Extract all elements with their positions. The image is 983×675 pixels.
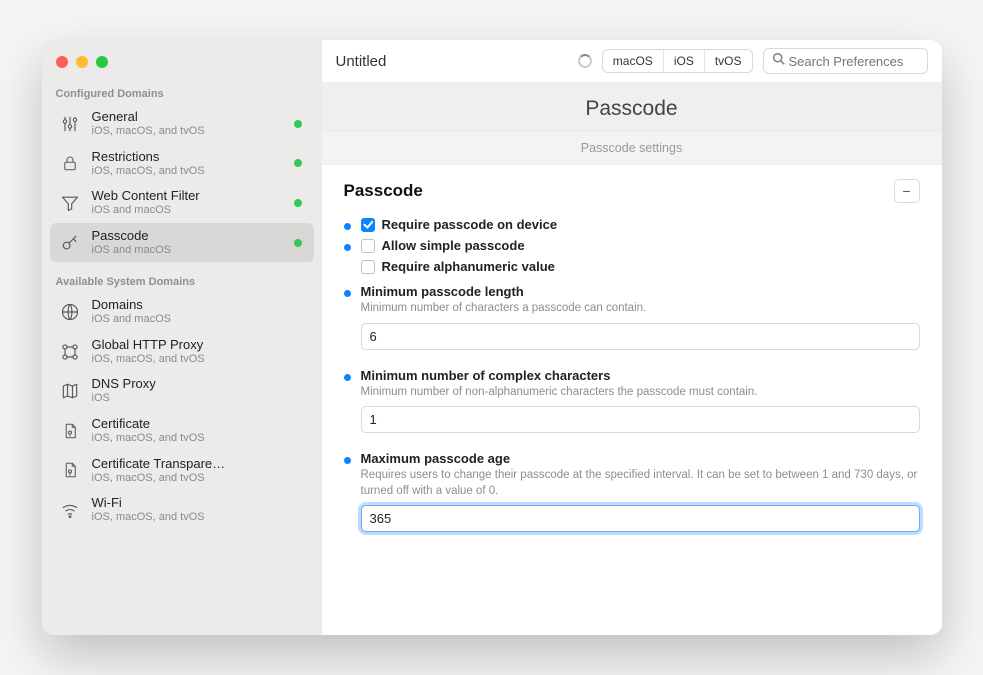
wifi-icon bbox=[58, 498, 82, 522]
sidebar-item-subtitle: iOS and macOS bbox=[92, 244, 284, 257]
sidebar-item-domains[interactable]: Domains iOS and macOS bbox=[50, 292, 314, 332]
status-dot-icon bbox=[294, 239, 302, 247]
sidebar-item-title: Global HTTP Proxy bbox=[92, 338, 306, 353]
cert-icon bbox=[58, 419, 82, 443]
minimize-icon[interactable] bbox=[76, 56, 88, 68]
max-age-desc: Requires users to change their passcode … bbox=[361, 468, 920, 499]
collapse-button[interactable]: − bbox=[894, 179, 920, 203]
minus-icon: − bbox=[902, 183, 910, 199]
sidebar-item-dns-proxy[interactable]: DNS Proxy iOS bbox=[50, 371, 314, 411]
status-dot-icon bbox=[294, 159, 302, 167]
search-icon bbox=[772, 52, 785, 70]
min-complex-desc: Minimum number of non-alphanumeric chara… bbox=[361, 385, 920, 401]
sidebar-item-title: Domains bbox=[92, 298, 306, 313]
toolbar: Untitled macOS iOS tvOS bbox=[322, 40, 942, 83]
page-title: Passcode bbox=[322, 83, 942, 132]
sidebar-item-subtitle: iOS, macOS, and tvOS bbox=[92, 353, 306, 366]
proxy-icon bbox=[58, 340, 82, 364]
config-bullet-icon bbox=[344, 244, 351, 251]
lock-icon bbox=[58, 151, 82, 175]
allow-simple-checkbox[interactable] bbox=[361, 239, 375, 253]
platform-segmented-control: macOS iOS tvOS bbox=[602, 49, 753, 73]
status-dot-icon bbox=[294, 199, 302, 207]
sidebar-item-certificate-transpare[interactable]: Certificate Transpare… iOS, macOS, and t… bbox=[50, 451, 314, 491]
sidebar-item-certificate[interactable]: Certificate iOS, macOS, and tvOS bbox=[50, 411, 314, 451]
main-panel: Untitled macOS iOS tvOS Passcode Passcod… bbox=[322, 40, 942, 635]
sidebar-item-title: Passcode bbox=[92, 229, 284, 244]
sidebar-item-title: Wi-Fi bbox=[92, 496, 306, 511]
sidebar-item-passcode[interactable]: Passcode iOS and macOS bbox=[50, 223, 314, 263]
config-bullet-icon bbox=[344, 457, 351, 464]
sidebar-item-restrictions[interactable]: Restrictions iOS, macOS, and tvOS bbox=[50, 144, 314, 184]
sidebar-item-web-content-filter[interactable]: Web Content Filter iOS and macOS bbox=[50, 183, 314, 223]
min-length-label: Minimum passcode length bbox=[361, 284, 920, 299]
sidebar-item-general[interactable]: General iOS, macOS, and tvOS bbox=[50, 104, 314, 144]
max-age-label: Maximum passcode age bbox=[361, 451, 920, 466]
sidebar-item-global-http-proxy[interactable]: Global HTTP Proxy iOS, macOS, and tvOS bbox=[50, 332, 314, 372]
min-complex-input[interactable] bbox=[361, 406, 920, 433]
sidebar-item-wi-fi[interactable]: Wi-Fi iOS, macOS, and tvOS bbox=[50, 490, 314, 530]
available-domains-label: Available System Domains bbox=[42, 270, 322, 292]
page-subtitle: Passcode settings bbox=[322, 132, 942, 165]
status-dot-icon bbox=[294, 120, 302, 128]
window-controls bbox=[42, 50, 322, 82]
bullet-spacer bbox=[344, 265, 351, 272]
configured-domains-label: Configured Domains bbox=[42, 82, 322, 104]
sidebar-item-title: Certificate Transpare… bbox=[92, 457, 306, 472]
allow-simple-label: Allow simple passcode bbox=[382, 238, 525, 253]
sidebar-item-title: Web Content Filter bbox=[92, 189, 284, 204]
require-alpha-checkbox[interactable] bbox=[361, 260, 375, 274]
search-input[interactable] bbox=[789, 54, 919, 69]
platform-tvos-button[interactable]: tvOS bbox=[705, 50, 752, 72]
sidebar-item-subtitle: iOS, macOS, and tvOS bbox=[92, 432, 306, 445]
cert-icon bbox=[58, 458, 82, 482]
progress-spinner-icon bbox=[578, 54, 592, 68]
sidebar-item-subtitle: iOS, macOS, and tvOS bbox=[92, 125, 284, 138]
sidebar-item-subtitle: iOS and macOS bbox=[92, 313, 306, 326]
sidebar-item-subtitle: iOS, macOS, and tvOS bbox=[92, 511, 306, 524]
funnel-icon bbox=[58, 191, 82, 215]
require-alpha-label: Require alphanumeric value bbox=[382, 259, 555, 274]
section-title: Passcode bbox=[344, 181, 423, 201]
sidebar-item-subtitle: iOS, macOS, and tvOS bbox=[92, 165, 284, 178]
map-icon bbox=[58, 379, 82, 403]
sidebar-item-title: Certificate bbox=[92, 417, 306, 432]
globe-icon bbox=[58, 300, 82, 324]
sidebar-item-subtitle: iOS, macOS, and tvOS bbox=[92, 472, 306, 485]
sliders-icon bbox=[58, 112, 82, 136]
platform-ios-button[interactable]: iOS bbox=[664, 50, 705, 72]
config-bullet-icon bbox=[344, 223, 351, 230]
max-age-input[interactable] bbox=[361, 505, 920, 532]
sidebar-item-subtitle: iOS and macOS bbox=[92, 204, 284, 217]
key-icon bbox=[58, 231, 82, 255]
config-bullet-icon bbox=[344, 374, 351, 381]
document-title: Untitled bbox=[336, 53, 568, 70]
content-area: Passcode − Require passcode on device Al… bbox=[322, 165, 942, 635]
sidebar-item-subtitle: iOS bbox=[92, 392, 306, 405]
close-icon[interactable] bbox=[56, 56, 68, 68]
sidebar-item-title: Restrictions bbox=[92, 150, 284, 165]
platform-macos-button[interactable]: macOS bbox=[603, 50, 664, 72]
preferences-window: Configured Domains General iOS, macOS, a… bbox=[42, 40, 942, 635]
search-field[interactable] bbox=[763, 48, 928, 74]
sidebar: Configured Domains General iOS, macOS, a… bbox=[42, 40, 322, 635]
require-passcode-label: Require passcode on device bbox=[382, 217, 558, 232]
min-length-input[interactable] bbox=[361, 323, 920, 350]
min-complex-label: Minimum number of complex characters bbox=[361, 368, 920, 383]
sidebar-item-title: General bbox=[92, 110, 284, 125]
require-passcode-checkbox[interactable] bbox=[361, 218, 375, 232]
min-length-desc: Minimum number of characters a passcode … bbox=[361, 301, 920, 317]
config-bullet-icon bbox=[344, 290, 351, 297]
zoom-icon[interactable] bbox=[96, 56, 108, 68]
sidebar-item-title: DNS Proxy bbox=[92, 377, 306, 392]
